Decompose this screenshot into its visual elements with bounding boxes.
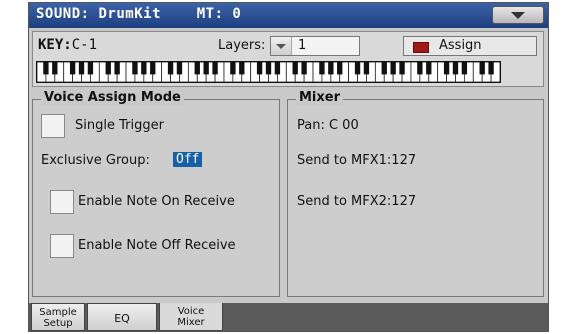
layers-value: 1 [298, 38, 307, 53]
page-title: SOUND: DrumKit MT: 0 [36, 6, 242, 22]
tab-sample-setup[interactable]: Sample Setup [31, 303, 85, 331]
layers-label: Layers: [218, 38, 266, 53]
send-mfx2-value[interactable]: Send to MFX2:127 [297, 194, 416, 209]
voice-assign-mode-title: Voice Assign Mode [41, 90, 184, 105]
exclusive-group-field[interactable]: Off [173, 152, 203, 167]
exclusive-group-value[interactable]: Off [173, 152, 203, 167]
key-value: C-1 [71, 37, 98, 53]
tab-bar: Sample Setup EQ Voice Mixer [29, 303, 548, 331]
tab-sample-setup-line1: Sample [39, 307, 77, 318]
page-menu-button[interactable] [492, 6, 544, 24]
assign-toggle[interactable]: Assign [403, 36, 537, 56]
key-display: KEY:C-1 [38, 37, 97, 53]
single-trigger-label: Single Trigger [75, 118, 164, 133]
keyboard-strip[interactable] [36, 61, 501, 83]
tab-voice-mixer-line2: Mixer [177, 317, 205, 328]
tab-sample-setup-line2: Setup [43, 318, 73, 329]
sound-edit-window: SOUND: DrumKit MT: 0 KEY:C-1 Layers: 1 A… [28, 2, 549, 332]
voice-assign-mode-panel: Voice Assign Mode Single Trigger Exclusi… [32, 90, 280, 297]
note-off-receive-checkbox[interactable] [50, 234, 74, 258]
note-off-receive-label: Enable Note Off Receive [78, 238, 236, 253]
tab-eq-label: EQ [114, 312, 130, 325]
key-label: KEY: [38, 37, 72, 53]
dropdown-arrow-icon[interactable] [271, 37, 292, 55]
tab-eq[interactable]: EQ [87, 303, 157, 331]
note-on-receive-label: Enable Note On Receive [78, 194, 235, 209]
exclusive-group-label: Exclusive Group: [41, 153, 150, 168]
note-on-receive-checkbox[interactable] [50, 190, 74, 214]
tab-voice-mixer[interactable]: Voice Mixer [159, 303, 223, 331]
send-mfx1-value[interactable]: Send to MFX1:127 [297, 153, 416, 168]
assign-label: Assign [439, 38, 482, 53]
tab-voice-mixer-line1: Voice [177, 306, 205, 317]
mixer-title: Mixer [296, 90, 344, 105]
piano-keys-icon[interactable] [37, 62, 500, 82]
layers-select[interactable]: 1 [270, 36, 360, 56]
key-area: KEY:C-1 Layers: 1 Assign [32, 31, 544, 87]
mixer-panel: Mixer Pan: C 00 Send to MFX1:127 Send to… [287, 90, 544, 297]
single-trigger-checkbox[interactable] [41, 114, 65, 138]
assign-led-icon [413, 42, 429, 53]
pan-value[interactable]: Pan: C 00 [297, 118, 359, 133]
title-bar: SOUND: DrumKit MT: 0 [29, 3, 548, 28]
chevron-down-icon [511, 12, 525, 19]
